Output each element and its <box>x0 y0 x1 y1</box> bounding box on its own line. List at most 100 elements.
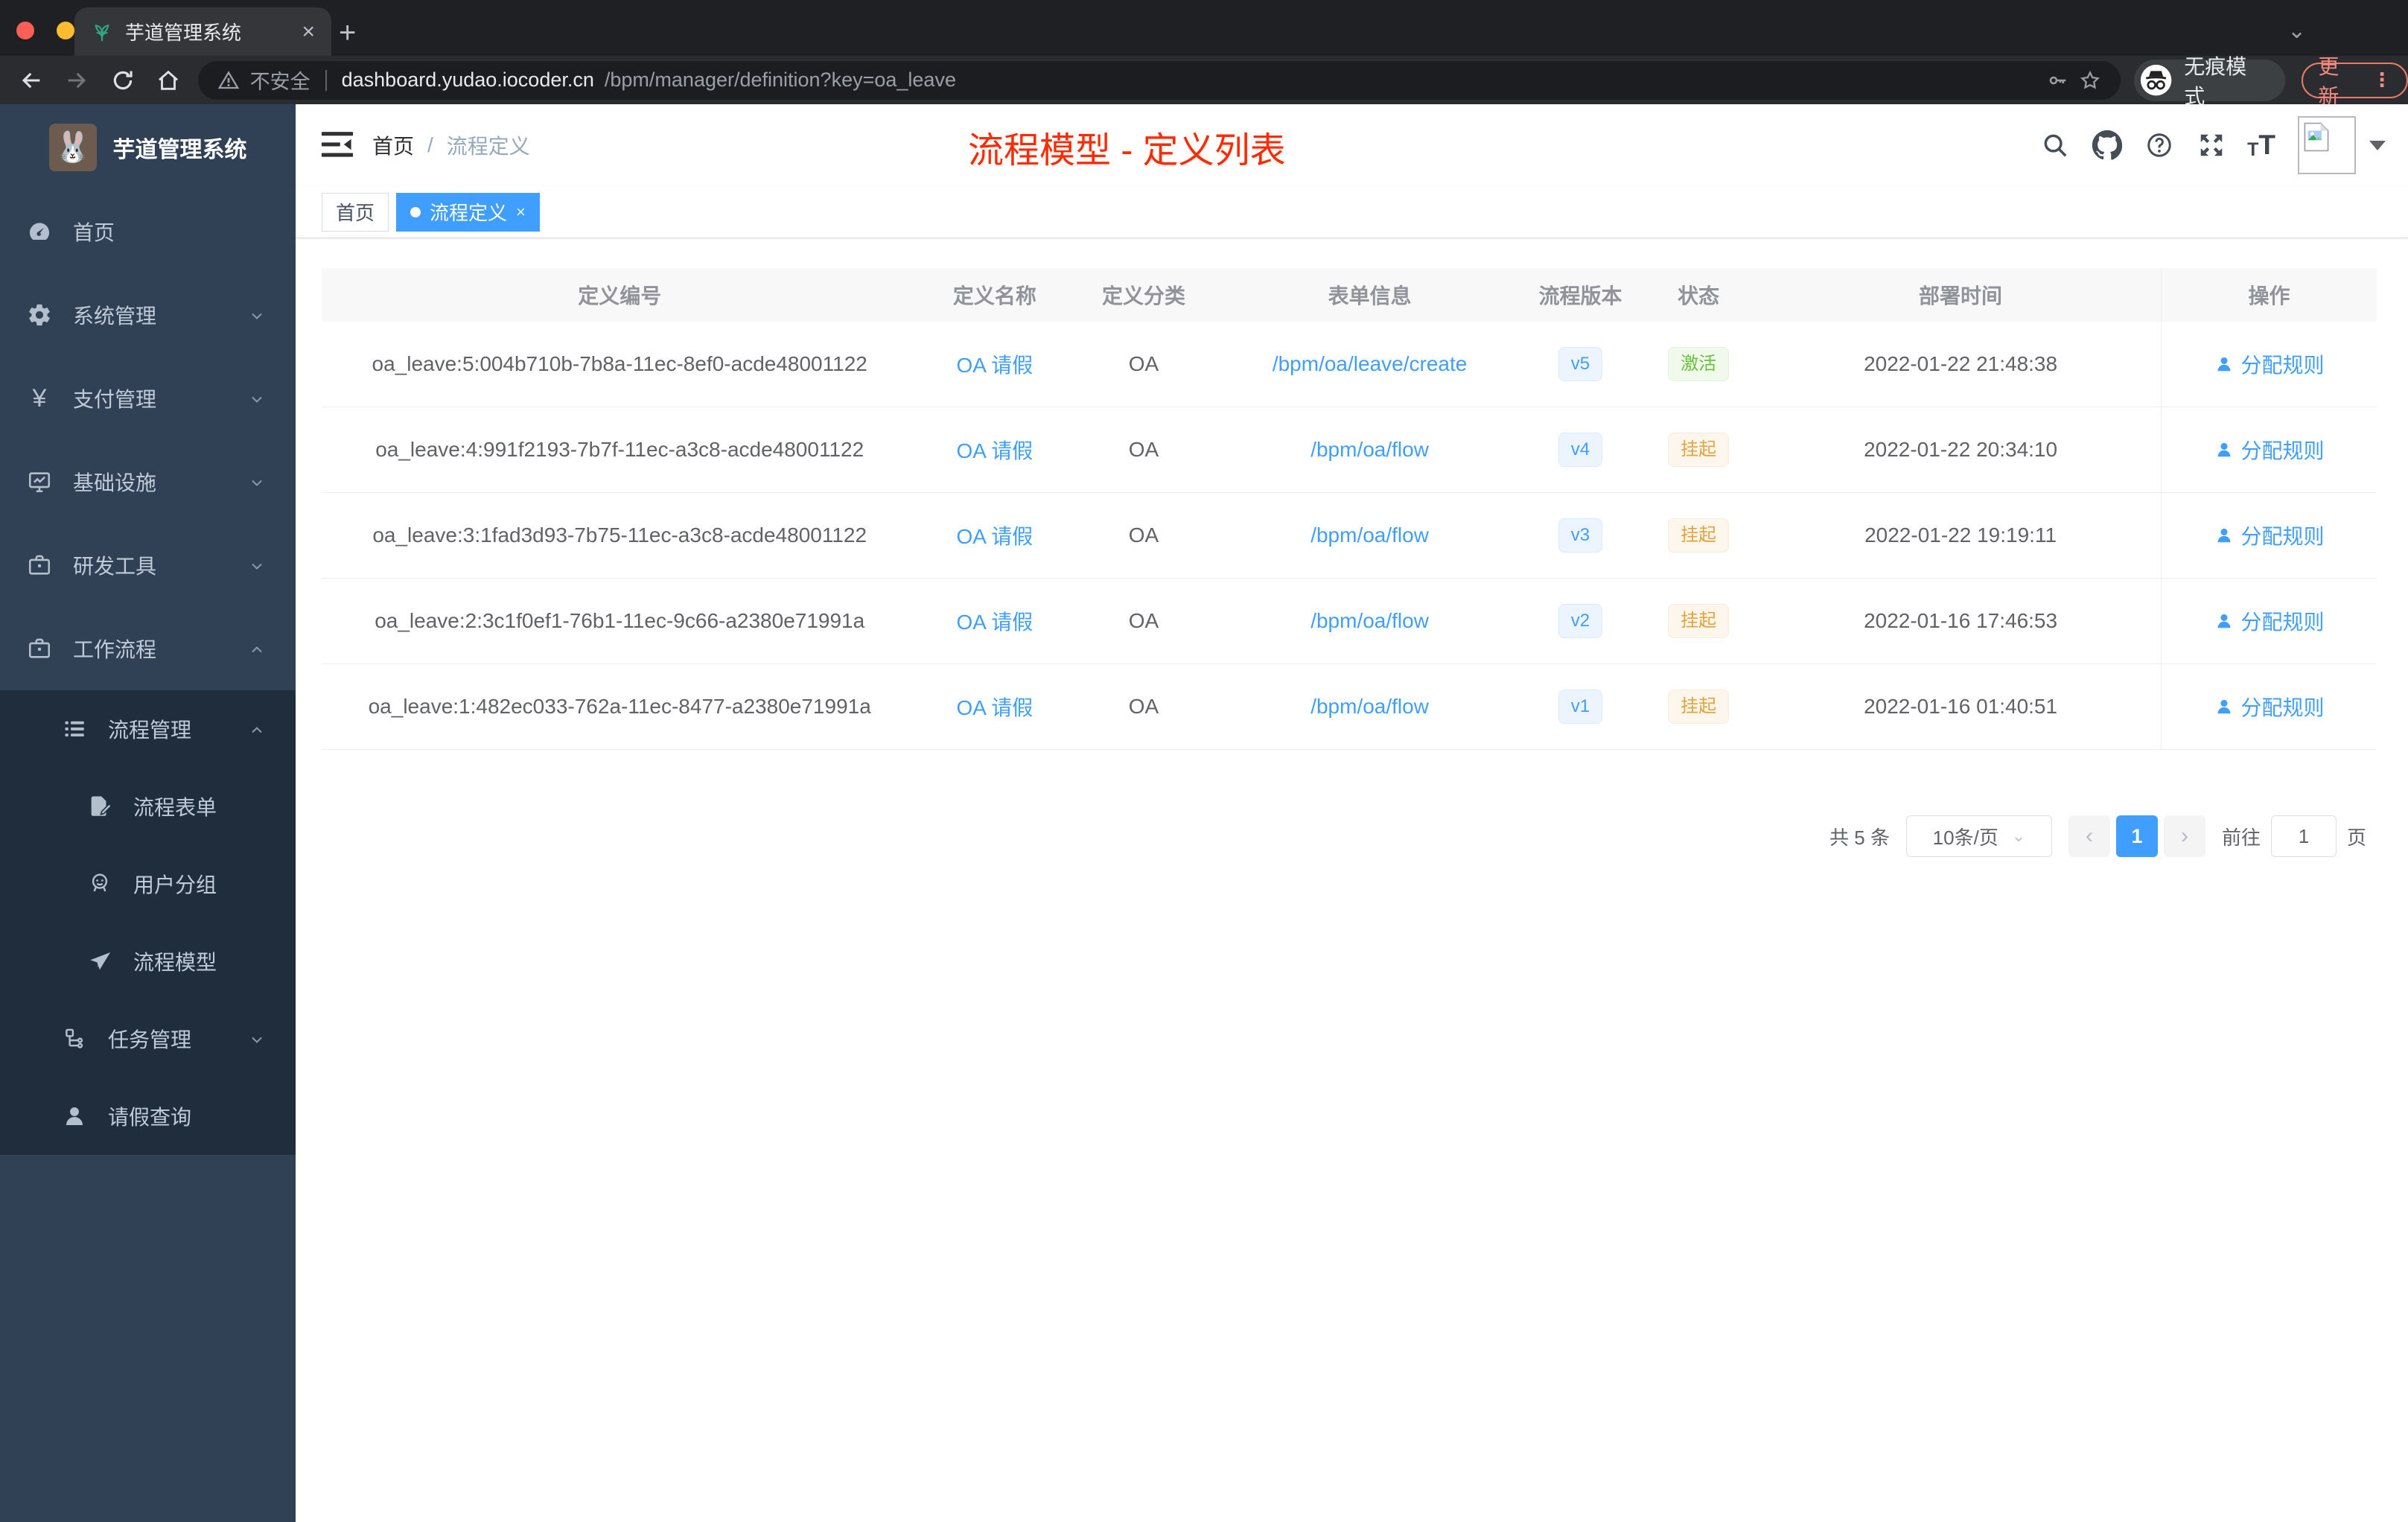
tab-search-chevron-icon[interactable]: ⌄ <box>2287 18 2306 44</box>
cell-version: v5 <box>1524 322 1637 407</box>
definition-id-text: oa_leave:2:3c1f0ef1-76b1-11ec-9c66-a2380… <box>375 609 865 632</box>
close-window-button[interactable] <box>16 22 34 39</box>
sidebar-item-yen[interactable]: ¥ 支付管理 <box>0 357 296 440</box>
definition-name-link[interactable]: OA 请假 <box>957 520 1033 550</box>
sidebar: 🐰 芋道管理系统 首页 系统管理 ¥ 支付管理 基础设施 研发工具 工作流程 流程管理 流程表单… <box>0 104 296 1522</box>
back-icon[interactable] <box>16 66 45 95</box>
next-page-button[interactable]: › <box>2163 815 2205 857</box>
column-header: 流程版本 <box>1538 284 1622 308</box>
form-info-link[interactable]: /bpm/oa/flow <box>1310 695 1429 719</box>
address-bar[interactable]: 不安全 dashboard.yudao.iocoder.cn/bpm/manag… <box>197 60 2121 100</box>
breadcrumb-separator: / <box>427 133 433 156</box>
form-info-link[interactable]: /bpm/oa/flow <box>1310 609 1429 633</box>
sidebar-item-form[interactable]: 流程表单 <box>0 768 296 845</box>
assign-rule-button[interactable]: 分配规则 <box>2214 349 2325 379</box>
definition-name-link[interactable]: OA 请假 <box>957 435 1033 465</box>
form-info-link[interactable]: /bpm/oa/flow <box>1310 438 1429 462</box>
page-size-select[interactable]: 10条/页 ⌄ <box>1905 815 2052 857</box>
dashboard-icon <box>27 219 52 244</box>
reload-icon[interactable] <box>108 66 137 95</box>
new-tab-button[interactable]: + <box>339 16 356 50</box>
assign-rule-label: 分配规则 <box>2240 611 2325 634</box>
sidebar-item-list[interactable]: 流程管理 <box>0 690 296 768</box>
definition-name-link[interactable]: OA 请假 <box>957 349 1033 379</box>
update-label: 更新 <box>2318 54 2339 108</box>
definition-name-link[interactable]: OA 请假 <box>957 692 1033 722</box>
assign-rule-button[interactable]: 分配规则 <box>2214 606 2325 636</box>
assign-rule-button[interactable]: 分配规则 <box>2214 692 2325 722</box>
sidebar-item-paper-plane[interactable]: 流程模型 <box>0 923 296 1000</box>
tag-item[interactable]: 首页 <box>322 192 389 232</box>
sidebar-item-user[interactable]: 请假查询 <box>0 1077 296 1155</box>
sidebar-logo-row[interactable]: 🐰 芋道管理系统 <box>0 104 296 190</box>
column-header: 状态 <box>1678 284 1720 308</box>
cell-definition-name: OA 请假 <box>917 579 1071 663</box>
cell-definition-id: oa_leave:2:3c1f0ef1-76b1-11ec-9c66-a2380… <box>322 579 917 663</box>
home-icon[interactable] <box>153 66 182 95</box>
breadcrumb: 首页 / 流程定义 <box>372 104 530 186</box>
tab-close-icon[interactable]: × <box>302 20 315 43</box>
sidebar-item-monitor[interactable]: 基础设施 <box>0 440 296 523</box>
assign-rule-button[interactable]: 分配规则 <box>2214 520 2325 550</box>
browser-tab[interactable]: 芋道管理系统 × <box>74 7 331 56</box>
goto-page-input[interactable]: 1 <box>2270 815 2337 857</box>
monitor-icon <box>27 469 52 494</box>
form-info-link[interactable]: /bpm/oa/leave/create <box>1273 352 1468 376</box>
version-badge: v4 <box>1558 433 1603 467</box>
update-browser-button[interactable]: 更新 ⋮ <box>2302 55 2408 108</box>
forward-icon[interactable] <box>62 66 91 95</box>
assign-rule-button[interactable]: 分配规则 <box>2214 435 2325 465</box>
user-avatar-broken-image[interactable] <box>2298 116 2356 174</box>
sidebar-item-toolbox[interactable]: 研发工具 <box>0 523 296 607</box>
font-size-icon[interactable]: TT <box>2247 130 2275 161</box>
prev-page-button[interactable]: ‹ <box>2068 815 2110 857</box>
cell-category: OA <box>1071 664 1215 749</box>
chevron-down-icon <box>248 473 266 491</box>
cell-definition-name: OA 请假 <box>917 664 1071 749</box>
user-icon <box>2214 611 2234 631</box>
help-icon[interactable] <box>2143 129 2176 162</box>
sidebar-item-user-group[interactable]: 用户分组 <box>0 845 296 923</box>
cell-status: 激活 <box>1637 322 1760 407</box>
pager: ‹ 1 › <box>2068 815 2205 857</box>
fullscreen-icon[interactable] <box>2195 129 2228 162</box>
form-info-link[interactable]: /bpm/oa/flow <box>1310 523 1429 547</box>
not-secure-warning-icon[interactable] <box>217 69 240 92</box>
briefcase-icon <box>27 636 52 661</box>
minimize-window-button[interactable] <box>57 22 74 39</box>
sidebar-menu: 首页 系统管理 ¥ 支付管理 基础设施 研发工具 工作流程 流程管理 流程表单 用户分组 流程模型任… <box>0 190 296 1155</box>
bookmark-star-icon[interactable] <box>2079 69 2101 92</box>
tag-label: 流程定义 <box>430 202 508 224</box>
yen-icon: ¥ <box>32 384 47 413</box>
gear-icon <box>27 302 52 328</box>
search-icon[interactable] <box>2039 129 2071 162</box>
sidebar-item-gear[interactable]: 系统管理 <box>0 273 296 357</box>
deploy-time-text: 2022-01-22 20:34:10 <box>1864 438 2058 461</box>
table-row: oa_leave:2:3c1f0ef1-76b1-11ec-9c66-a2380… <box>322 579 2377 664</box>
definition-name-link[interactable]: OA 请假 <box>957 606 1033 636</box>
top-navbar: 首页 / 流程定义 流程模型 - 定义列表 T T <box>296 104 2408 186</box>
avatar-caret-down-icon[interactable] <box>2369 140 2386 150</box>
sidebar-item-briefcase[interactable]: 工作流程 <box>0 607 296 690</box>
page-1-button[interactable]: 1 <box>2115 815 2158 857</box>
breadcrumb-current: 流程定义 <box>446 135 530 158</box>
tag-close-icon[interactable]: × <box>516 203 526 222</box>
breadcrumb-home[interactable]: 首页 <box>372 130 414 160</box>
cell-definition-name: OA 请假 <box>917 322 1071 407</box>
sidebar-item-flow[interactable]: 任务管理 <box>0 1000 296 1077</box>
collapse-sidebar-icon[interactable] <box>320 129 354 160</box>
deploy-time-text: 2022-01-16 17:46:53 <box>1864 609 2058 632</box>
tag-active[interactable]: 流程定义 × <box>396 192 540 232</box>
app-title: 芋道管理系统 <box>112 137 247 162</box>
column-header: 定义名称 <box>952 284 1036 308</box>
main-panel: 首页 / 流程定义 流程模型 - 定义列表 T T 首页 流程定义 × 定义编号… <box>296 104 2408 1522</box>
definition-id-text: oa_leave:4:991f2193-7b7f-11ec-a3c8-acde4… <box>375 438 864 461</box>
password-key-icon[interactable] <box>2046 69 2068 92</box>
incognito-label: 无痕模式 <box>2184 54 2247 108</box>
browser-menu-dots-icon[interactable]: ⋮ <box>2372 69 2392 92</box>
user-icon <box>2214 697 2234 716</box>
definition-id-text: oa_leave:3:1fad3d93-7b75-11ec-a3c8-acde4… <box>372 523 867 547</box>
sidebar-item-dashboard[interactable]: 首页 <box>0 190 296 273</box>
github-icon[interactable] <box>2091 129 2124 162</box>
cell-category: OA <box>1071 579 1215 663</box>
